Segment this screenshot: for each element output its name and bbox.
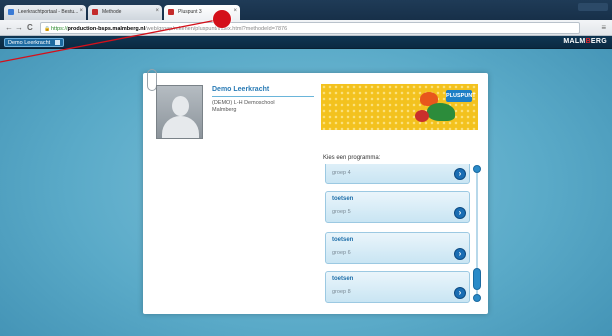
close-tab-icon[interactable]: × (155, 8, 159, 14)
url-scheme: https:// (51, 26, 68, 32)
reload-icon[interactable]: C (27, 23, 33, 32)
program-list-scrollbar[interactable] (473, 165, 481, 302)
menu-icon[interactable]: ≡ (601, 23, 606, 32)
lock-icon: 🔒 (44, 26, 51, 32)
user-menu-button[interactable]: Demo Leerkracht (4, 38, 64, 47)
school-org: Malmberg (212, 107, 237, 113)
chevron-right-icon[interactable]: › (454, 168, 466, 180)
program-group: groep 4 (332, 170, 351, 176)
bird-illustration (415, 110, 429, 122)
tab-methode[interactable]: Methode × (88, 5, 162, 20)
scroll-down-icon[interactable] (473, 294, 481, 302)
chevron-right-icon[interactable]: › (454, 287, 466, 299)
chevron-right-icon[interactable]: › (454, 207, 466, 219)
tab-favicon-icon (8, 9, 14, 15)
pluspunt-logo: PLUSPUNT (446, 90, 476, 102)
user-name: Demo Leerkracht (8, 40, 51, 46)
close-tab-icon[interactable]: × (233, 8, 237, 14)
app-header: Demo Leerkracht MALMBERG (0, 36, 612, 49)
program-group: groep 6 (332, 250, 351, 256)
divider (212, 96, 314, 97)
browser-toolbar: ← → C 🔒 https://production-bsps.malmberg… (0, 20, 612, 36)
chevron-right-icon[interactable]: › (454, 248, 466, 260)
program-item[interactable]: toetsen groep 5 › (325, 191, 470, 223)
url-host: production-bsps.malmberg.nl (67, 26, 146, 32)
window-controls[interactable] (578, 3, 608, 11)
url-path: /web/groep/rekenen/pluspunt/index.html?m… (145, 26, 288, 32)
tab-leerkrachtportaal[interactable]: Leerkrachtportaal - Bestu... × (4, 5, 86, 20)
brand-text: ERG (590, 38, 607, 45)
brand-text: MALM (563, 38, 586, 45)
bird-illustration (427, 103, 455, 121)
teacher-name: Demo Leerkracht (212, 86, 270, 93)
tab-label: Leerkrachtportaal - Bestu... (18, 9, 79, 15)
browser-tab-bar: Leerkrachtportaal - Bestu... × Methode ×… (0, 0, 612, 20)
tab-label: Methode (102, 9, 122, 15)
user-icon (54, 40, 60, 45)
scroll-thumb[interactable] (473, 268, 481, 290)
program-title: toetsen (332, 196, 354, 202)
address-bar[interactable]: 🔒 https://production-bsps.malmberg.nl/we… (40, 22, 580, 34)
program-list: groep 4 › toetsen groep 5 › toetsen groe… (323, 164, 473, 306)
forward-icon[interactable]: → (15, 23, 23, 32)
program-group: groep 5 (332, 209, 351, 215)
annotation-marker (213, 10, 231, 28)
avatar-head (172, 96, 189, 116)
program-item[interactable]: toetsen groep 6 › (325, 232, 470, 264)
close-tab-icon[interactable]: × (79, 8, 83, 14)
avatar (156, 85, 203, 139)
choose-program-label: Kies een programma: (323, 155, 381, 161)
program-title: toetsen (332, 237, 354, 243)
tab-label: Pluspunt 3 (178, 9, 202, 15)
school-name: (DEMO) L-H Demoschool (212, 100, 275, 106)
pluspunt-banner: PLUSPUNT (321, 84, 478, 130)
program-item[interactable]: toetsen groep 8 › (325, 271, 470, 303)
program-item[interactable]: groep 4 › (325, 164, 470, 184)
tab-favicon-icon (92, 9, 98, 15)
brand-logo: MALMBERG (563, 38, 607, 45)
back-icon[interactable]: ← (5, 23, 13, 32)
school-info: (DEMO) L-H Demoschool Malmberg (212, 100, 275, 114)
program-selection-card: Demo Leerkracht (DEMO) L-H Demoschool Ma… (143, 69, 488, 314)
avatar-body (162, 116, 199, 138)
program-group: groep 8 (332, 289, 351, 295)
program-title: toetsen (332, 276, 354, 282)
scroll-up-icon[interactable] (473, 165, 481, 173)
tab-favicon-icon (168, 9, 174, 15)
